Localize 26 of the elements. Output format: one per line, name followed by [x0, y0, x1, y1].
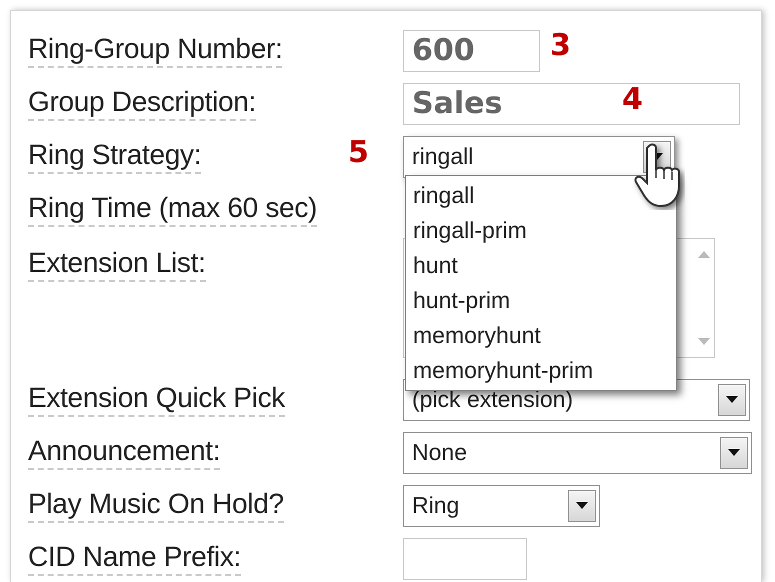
dropdown-option[interactable]: ringall-prim [406, 213, 676, 248]
text-field[interactable]: 600 [403, 30, 540, 72]
scroll-down-icon[interactable] [698, 338, 710, 345]
caret-icon [726, 396, 738, 403]
field-label: CID Name Prefix: [28, 541, 242, 576]
dropdown[interactable]: Ring [403, 484, 600, 526]
dropdown-option[interactable]: hunt [406, 248, 676, 283]
caret-icon [576, 502, 588, 509]
field-label: Ring-Group Number: [28, 33, 282, 68]
dropdown-option[interactable]: memoryhunt [406, 318, 676, 353]
text-field[interactable] [403, 538, 527, 580]
field-label: Group Description: [28, 86, 256, 121]
field-label: Play Music On Hold? [28, 488, 284, 523]
dropdown[interactable]: ringall [403, 136, 675, 178]
dropdown[interactable]: None [403, 432, 752, 474]
field-label: Announcement: [28, 435, 220, 470]
step-number: 3 [550, 28, 571, 63]
step-number: 5 [348, 135, 369, 170]
caret-icon [728, 449, 740, 456]
field-label: Ring Time (max 60 sec) [28, 192, 318, 227]
field-label: Extension List: [28, 247, 206, 282]
field-label: Ring Strategy: [28, 139, 202, 174]
scroll-up-icon[interactable] [698, 251, 710, 258]
dropdown-option[interactable]: hunt-prim [406, 283, 676, 318]
field-label: Extension Quick Pick [28, 382, 285, 417]
step-number: 4 [622, 82, 643, 117]
